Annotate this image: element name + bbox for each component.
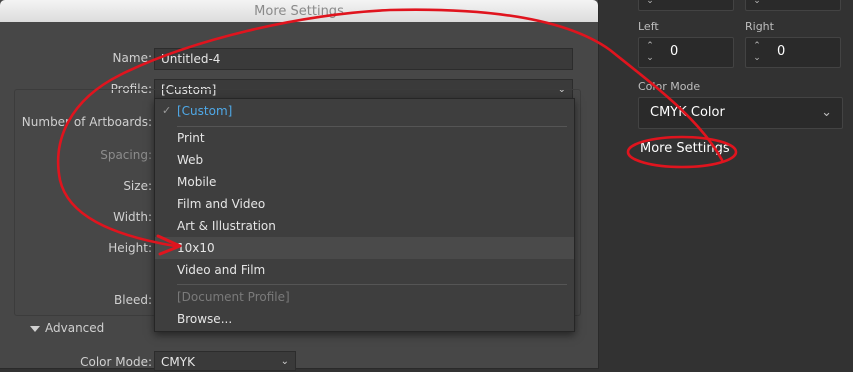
stepper-arrows-icon[interactable]: ⌃⌄ [645,0,655,7]
menu-item-mobile[interactable]: Mobile [155,171,574,193]
width-label: Width: [113,210,152,224]
advanced-label: Advanced [45,321,105,335]
menu-item-web[interactable]: Web [155,149,574,171]
menu-item-art-illustration[interactable]: Art & Illustration [155,215,574,237]
menu-separator [177,284,567,285]
artboards-label: Number of Artboards: [21,115,152,129]
stepper-value: 0 [777,0,785,2]
stepper-arrows-icon[interactable]: ⌃⌄ [752,40,762,64]
profile-dropdown-menu: ✓ [Custom] Print Web Mobile Film and Vid… [154,98,575,332]
chevron-down-icon: ⌄ [821,105,832,120]
name-input[interactable]: Untitled-4 [154,48,573,70]
size-label: Size: [123,179,152,193]
bleed-left-stepper[interactable]: ⌃ ⌄ 0 [638,37,734,68]
menu-item-film-and-video[interactable]: Film and Video [155,193,574,215]
menu-item-video-and-film[interactable]: Video and Film [155,259,574,281]
menu-item-label: [Custom] [177,104,233,118]
menu-item-document-profile: [Document Profile] [177,290,290,304]
stepper-value: 0 [670,44,679,59]
stepper-value: 0 [777,44,786,59]
dialog-title: More Settings [0,0,598,22]
checkmark-icon: ✓ [162,104,172,117]
more-settings-button[interactable]: More Settings [640,141,730,156]
right-label: Right [745,20,774,33]
color-mode-label: Color Mode: [80,355,152,369]
chevron-down-icon: ⌄ [280,356,289,367]
color-mode-panel-select[interactable]: CMYK Color ⌄ [638,97,843,129]
advanced-toggle[interactable]: Advanced [30,321,104,335]
name-label: Name: [112,51,152,65]
bleed-label: Bleed: [114,293,152,307]
left-label: Left [638,20,659,33]
stepper-value: 0 [670,0,678,2]
menu-item-10x10[interactable]: 10x10 [155,237,574,259]
menu-item-custom[interactable]: ✓ [Custom] [155,100,574,122]
menu-item-print[interactable]: Print [155,127,574,149]
disclosure-triangle-icon [30,325,40,332]
height-label: Height: [108,241,152,255]
spacing-label: Spacing: [100,148,152,162]
bleed-bottom-stepper[interactable]: ⌃⌄ 0 [745,0,841,11]
bleed-top-stepper[interactable]: ⌃⌄ 0 [638,0,734,11]
stepper-arrows-icon[interactable]: ⌃⌄ [645,40,655,64]
color-mode-select-value: CMYK [161,355,195,369]
name-input-value: Untitled-4 [161,52,221,66]
menu-item-browse[interactable]: Browse... [155,308,574,330]
more-settings-dialog: More Settings Name: Untitled-4 Profile: … [0,0,598,371]
properties-panel: ⌃⌄ 0 ⌃⌄ 0 Left Right ⌃⌄ 0 ⌃⌄ 0 Color Mod… [618,0,853,368]
stepper-arrows-icon[interactable]: ⌃⌄ [752,0,762,7]
bleed-right-stepper[interactable]: ⌃ ⌄ 0 [745,37,841,68]
color-mode-panel-label: Color Mode [638,80,701,93]
color-mode-panel-value: CMYK Color [650,105,725,120]
color-mode-select[interactable]: CMYK ⌄ [154,351,296,371]
